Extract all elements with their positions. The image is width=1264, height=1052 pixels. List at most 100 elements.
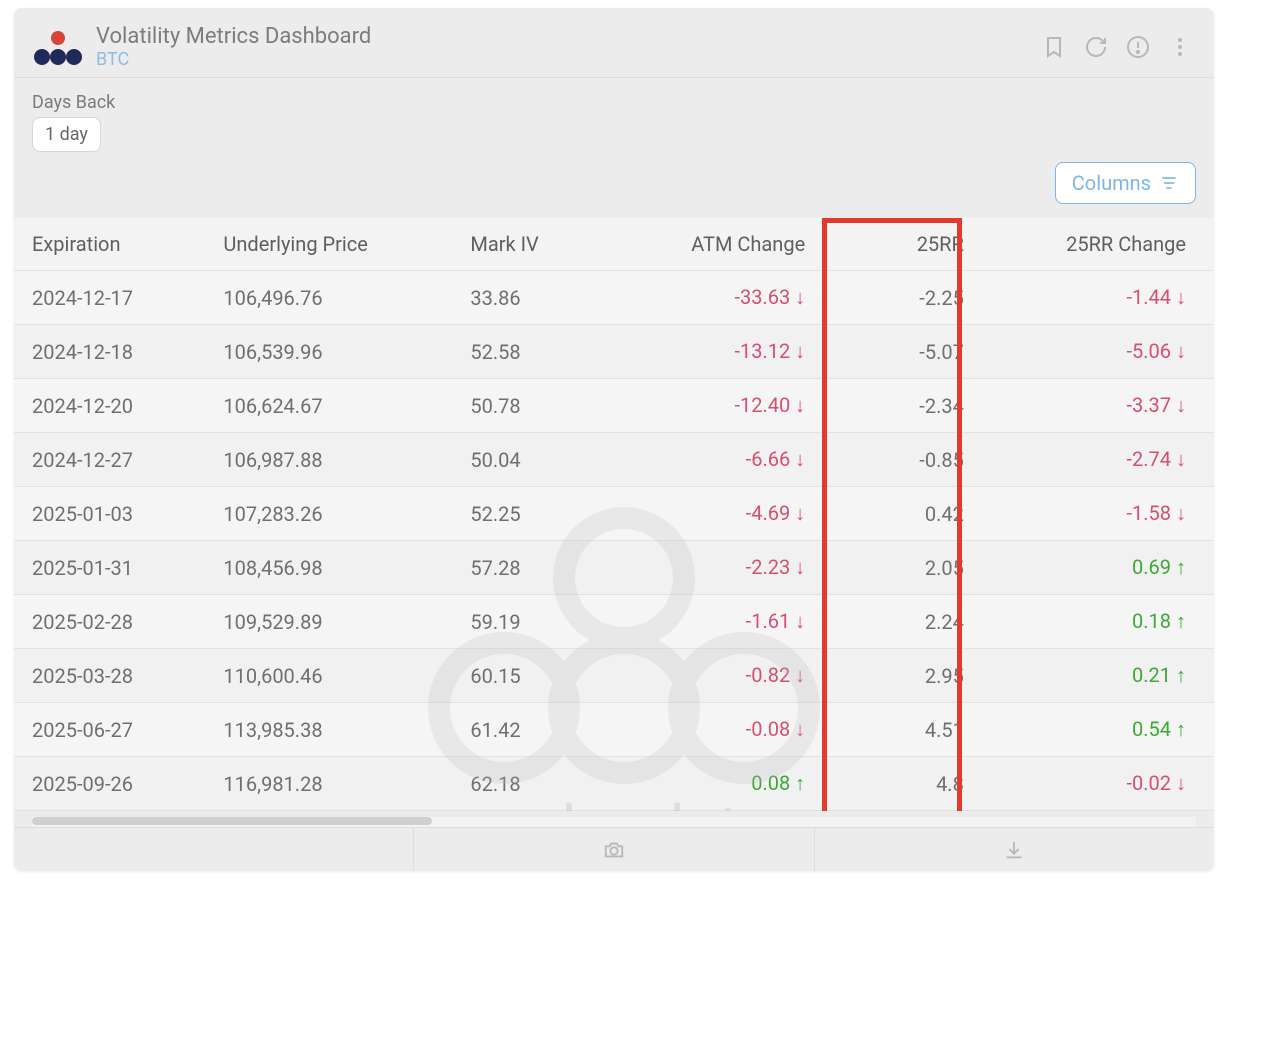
brand-logo-icon [30, 27, 86, 67]
cell: 52.25 [452, 487, 637, 541]
cell: -5.06 [998, 325, 1214, 379]
more-menu-icon[interactable] [1168, 35, 1192, 59]
cell: -0.82 [638, 649, 834, 703]
cell: 2025-03-28 [14, 649, 205, 703]
screenshot-button[interactable] [414, 828, 814, 871]
cell: -2.23 [638, 541, 834, 595]
controls-bar: Days Back 1 day [14, 78, 1214, 162]
col-header-expiration[interactable]: Expiration [14, 218, 205, 271]
cell: -13.12 [638, 325, 834, 379]
cell: 52.58 [452, 325, 637, 379]
cell: -12.40 [638, 379, 834, 433]
cell: 113,985.38 [205, 703, 452, 757]
table-row[interactable]: 2025-06-27113,985.3861.42-0.084.510.54 [14, 703, 1214, 757]
col-header-underlying-price[interactable]: Underlying Price [205, 218, 452, 271]
cell: 107,283.26 [205, 487, 452, 541]
cell: -0.85 [833, 433, 998, 487]
cell: 50.78 [452, 379, 637, 433]
table-row[interactable]: 2025-01-03107,283.2652.25-4.690.42-1.58 [14, 487, 1214, 541]
table-row[interactable]: 2024-12-27106,987.8850.04-6.66-0.85-2.74 [14, 433, 1214, 487]
cell: 106,624.67 [205, 379, 452, 433]
days-back-label: Days Back [32, 92, 1196, 113]
cell: 60.15 [452, 649, 637, 703]
cell: -0.08 [638, 703, 834, 757]
cell: 0.42 [833, 487, 998, 541]
cell: -1.58 [998, 487, 1214, 541]
cell: 50.04 [452, 433, 637, 487]
table-row[interactable]: 2025-02-28109,529.8959.19-1.612.240.18 [14, 595, 1214, 649]
cell: 116,981.28 [205, 757, 452, 811]
cell: -2.25 [833, 271, 998, 325]
cell: 62.18 [452, 757, 637, 811]
dashboard-panel: Volatility Metrics Dashboard BTC Days Ba… [14, 8, 1214, 871]
footer-toolbar [14, 827, 1214, 871]
cell: -33.63 [638, 271, 834, 325]
table-row[interactable]: 2025-09-26116,981.2862.180.084.8-0.02 [14, 757, 1214, 811]
cell: -5.07 [833, 325, 998, 379]
alert-icon[interactable] [1126, 35, 1150, 59]
cell: 0.54 [998, 703, 1214, 757]
footer-left [14, 828, 414, 871]
col-header-mark-iv[interactable]: Mark IV [452, 218, 637, 271]
columns-button[interactable]: Columns [1055, 162, 1196, 204]
cell: 108,456.98 [205, 541, 452, 595]
cell: 2.05 [833, 541, 998, 595]
cell: 106,539.96 [205, 325, 452, 379]
cell: 2025-09-26 [14, 757, 205, 811]
cell: -1.61 [638, 595, 834, 649]
refresh-icon[interactable] [1084, 35, 1108, 59]
cell: 2025-02-28 [14, 595, 205, 649]
cell: 2024-12-27 [14, 433, 205, 487]
table-row[interactable]: 2024-12-18106,539.9652.58-13.12-5.07-5.0… [14, 325, 1214, 379]
cell: 57.28 [452, 541, 637, 595]
table-row[interactable]: 2025-01-31108,456.9857.28-2.232.050.69 [14, 541, 1214, 595]
cell: 110,600.46 [205, 649, 452, 703]
header: Volatility Metrics Dashboard BTC [14, 8, 1214, 78]
cell: 106,987.88 [205, 433, 452, 487]
cell: 2.95 [833, 649, 998, 703]
asset-subtitle: BTC [96, 49, 1042, 70]
cell: 2024-12-17 [14, 271, 205, 325]
cell: 61.42 [452, 703, 637, 757]
table-row[interactable]: 2024-12-20106,624.6750.78-12.40-2.34-3.3… [14, 379, 1214, 433]
cell: 2025-01-03 [14, 487, 205, 541]
days-back-dropdown[interactable]: 1 day [32, 117, 101, 152]
columns-button-label: Columns [1072, 171, 1151, 195]
table-row[interactable]: 2025-03-28110,600.4660.15-0.822.950.21 [14, 649, 1214, 703]
cell: 33.86 [452, 271, 637, 325]
cell: 109,529.89 [205, 595, 452, 649]
cell: 0.08 [638, 757, 834, 811]
cell: 4.8 [833, 757, 998, 811]
cell: 59.19 [452, 595, 637, 649]
camera-icon [603, 839, 625, 861]
columns-filter-icon [1159, 173, 1179, 193]
cell: 0.18 [998, 595, 1214, 649]
cell: 2025-01-31 [14, 541, 205, 595]
cell: -2.34 [833, 379, 998, 433]
cell: 2.24 [833, 595, 998, 649]
download-icon [1003, 839, 1025, 861]
download-button[interactable] [815, 828, 1214, 871]
table-row[interactable]: 2024-12-17106,496.7633.86-33.63-2.25-1.4… [14, 271, 1214, 325]
cell: -2.74 [998, 433, 1214, 487]
cell: 2025-06-27 [14, 703, 205, 757]
cell: 2024-12-18 [14, 325, 205, 379]
cell: -4.69 [638, 487, 834, 541]
col-header-25rr-change[interactable]: 25RR Change [998, 218, 1214, 271]
col-header-atm-change[interactable]: ATM Change [638, 218, 834, 271]
cell: 4.51 [833, 703, 998, 757]
col-header-25rr[interactable]: 25RR [833, 218, 998, 271]
cell: 106,496.76 [205, 271, 452, 325]
cell: 0.69 [998, 541, 1214, 595]
horizontal-scrollbar[interactable] [32, 817, 1196, 827]
bookmark-icon[interactable] [1042, 35, 1066, 59]
scrollbar-thumb[interactable] [32, 817, 432, 825]
cell: -3.37 [998, 379, 1214, 433]
cell: -0.02 [998, 757, 1214, 811]
volatility-table: Expiration Underlying Price Mark IV ATM … [14, 218, 1214, 811]
table-header-row: Expiration Underlying Price Mark IV ATM … [14, 218, 1214, 271]
cell: 2024-12-20 [14, 379, 205, 433]
cell: 0.21 [998, 649, 1214, 703]
cell: -6.66 [638, 433, 834, 487]
page-title: Volatility Metrics Dashboard [96, 24, 1042, 49]
